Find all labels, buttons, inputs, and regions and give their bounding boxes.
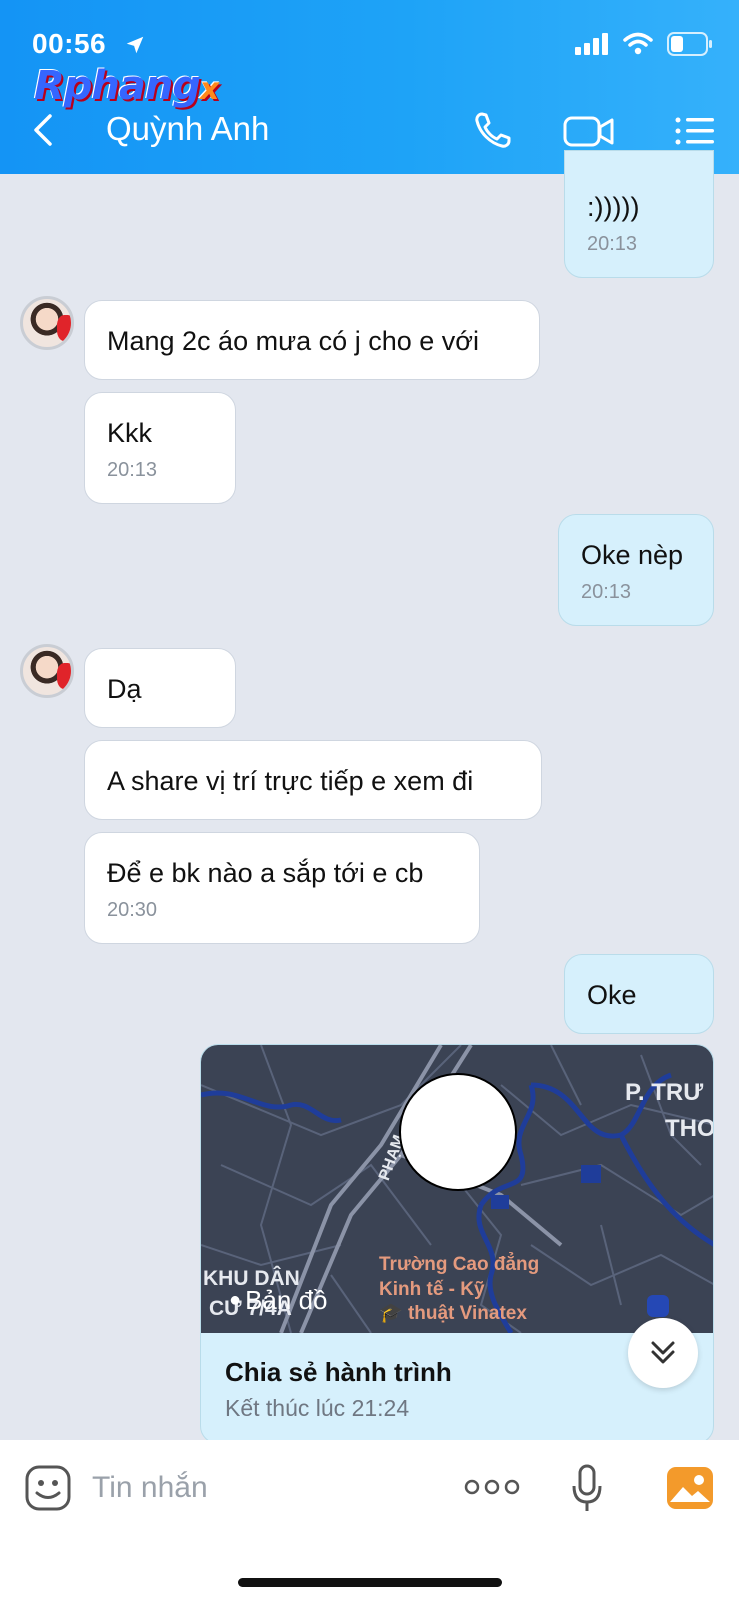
message-bubble-incoming[interactable]: Kkk 20:13 [84, 392, 236, 504]
message-time: 20:13 [581, 581, 632, 604]
back-button[interactable] [26, 110, 62, 150]
apple-logo-icon: ● [229, 1289, 242, 1311]
status-time: 00:56 [32, 28, 107, 59]
message-bubble-incoming[interactable]: Để e bk nào a sắp tới e cb 20:30 [84, 832, 480, 944]
redaction-circle [399, 1073, 517, 1191]
signal-icon [575, 33, 608, 55]
map-poi-school: Trường Cao đẳng Kinh tế - Kỹ 🎓 thuật Vin… [379, 1254, 540, 1325]
message-input[interactable] [92, 1466, 432, 1510]
message-bubble-outgoing[interactable]: Oke nèp 20:13 [558, 514, 714, 626]
scroll-to-bottom-button[interactable] [628, 1318, 698, 1388]
menu-list-button[interactable] [674, 108, 716, 154]
map-label-district: P. TRƯ [625, 1079, 704, 1106]
wifi-icon [623, 32, 653, 55]
message-bubble-incoming[interactable]: Mang 2c áo mưa có j cho e với [84, 300, 540, 380]
location-card-subtitle: Kết thúc lúc 21:24 [225, 1395, 410, 1421]
emoji-sticker-button[interactable] [24, 1464, 72, 1512]
message-bubble-outgoing[interactable]: Oke [564, 954, 714, 1034]
battery-icon [667, 32, 712, 56]
live-location-card[interactable]: P. TRƯ THO PHẠM KHU DÂN CƯ 7/4A Trường C… [200, 1044, 714, 1444]
message-text: Oke nèp [581, 540, 684, 570]
message-text: A share vị trí trực tiếp e xem đi [107, 766, 474, 796]
contact-name[interactable]: Quỳnh Anh [106, 110, 269, 148]
message-text: :))))) [587, 192, 640, 222]
location-arrow-icon [126, 36, 144, 54]
message-time: 20:13 [587, 233, 638, 256]
watermark-logo: Rphangx [34, 63, 219, 109]
map-preview[interactable]: P. TRƯ THO PHẠM KHU DÂN CƯ 7/4A Trường C… [201, 1045, 714, 1333]
home-indicator [238, 1578, 502, 1587]
microphone-button[interactable] [572, 1464, 602, 1514]
phone-call-button[interactable] [470, 108, 516, 154]
message-text: Để e bk nào a sắp tới e cb [107, 858, 424, 888]
message-bubble-incoming[interactable]: A share vị trí trực tiếp e xem đi [84, 740, 542, 820]
message-text: Mang 2c áo mưa có j cho e với [107, 326, 479, 356]
status-icons [575, 32, 713, 56]
message-time: 20:13 [107, 459, 158, 482]
graduation-cap-icon: 🎓 [379, 1303, 403, 1325]
double-chevron-down-icon [651, 1341, 675, 1364]
message-text: Oke [587, 980, 637, 1010]
location-card-title: Chia sẻ hành trình [225, 1357, 452, 1387]
maps-brand: ● Bản đồ [229, 1285, 328, 1315]
chat-header: 00:56 Rphangx Quỳnh Anh [0, 0, 739, 174]
image-gallery-button[interactable] [666, 1466, 714, 1510]
more-options-button[interactable] [464, 1474, 520, 1500]
message-bubble-incoming[interactable]: Dạ [84, 648, 236, 728]
map-label-district-2: THO [665, 1115, 714, 1142]
message-time: 20:30 [107, 899, 158, 922]
message-bubble-outgoing[interactable]: :))))) 20:13 [564, 150, 714, 278]
video-call-button[interactable] [562, 108, 616, 154]
message-input-bar [0, 1440, 739, 1600]
contact-avatar[interactable] [20, 644, 74, 698]
message-text: Kkk [107, 418, 153, 448]
message-text: Dạ [107, 674, 142, 704]
contact-avatar[interactable] [20, 296, 74, 350]
